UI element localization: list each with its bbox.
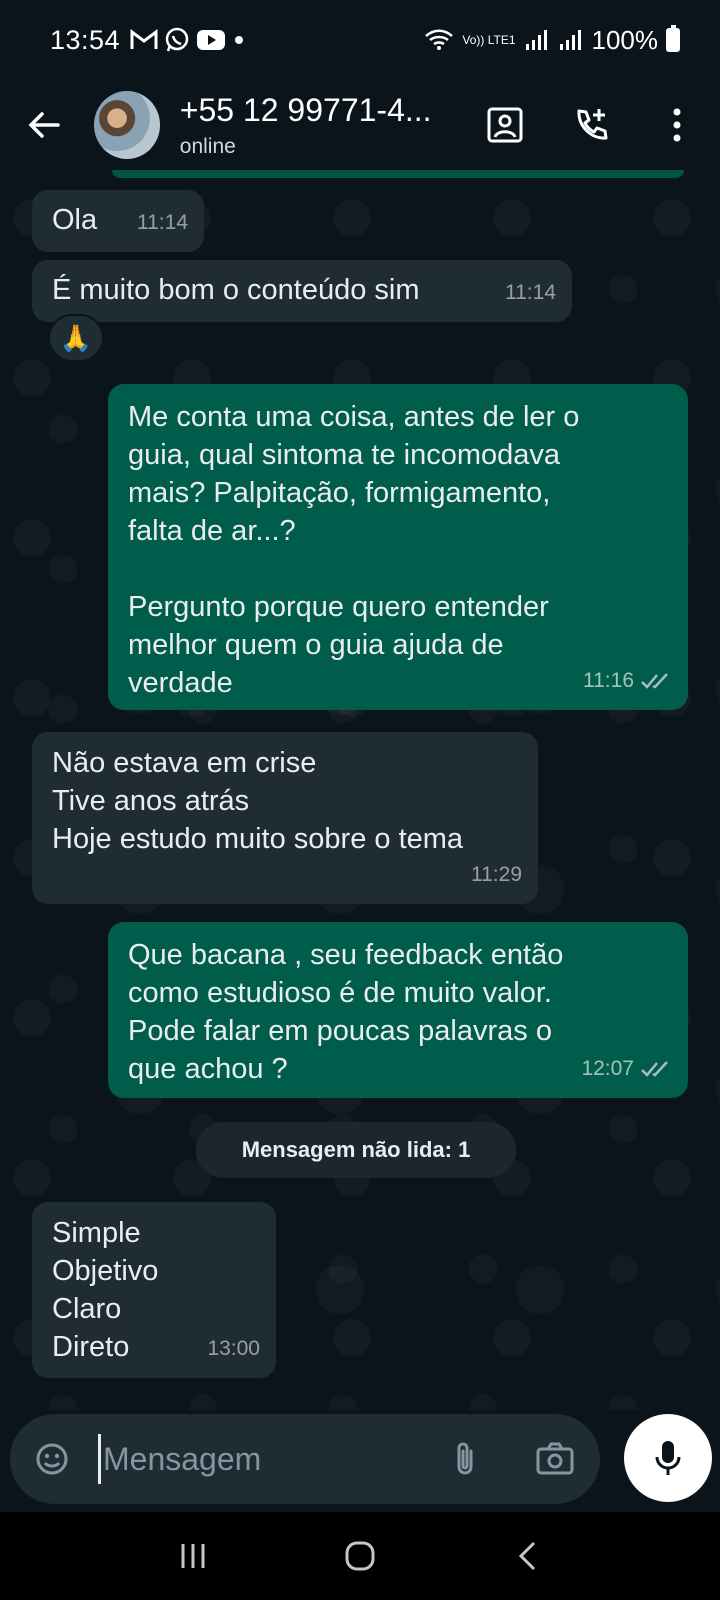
message-time: 13:00	[207, 1337, 260, 1360]
notification-icons	[130, 27, 246, 53]
more-options-button[interactable]	[634, 80, 720, 170]
paperclip-icon	[457, 1442, 473, 1475]
back-arrow-icon	[28, 112, 60, 138]
message-text: É muito bom o conteúdo sim	[52, 274, 420, 306]
more-vert-icon	[673, 108, 681, 142]
attach-button[interactable]	[420, 1414, 510, 1504]
emoji-button[interactable]	[10, 1414, 94, 1504]
message-bubble[interactable]: Que bacana , seu feedback então como est…	[108, 922, 688, 1098]
message-time: 12:07	[581, 1057, 634, 1080]
contact-name: +55 12 99771-4...	[179, 91, 432, 128]
chat-header: +55 12 99771-4... online	[0, 80, 720, 170]
composer-actions	[420, 1414, 600, 1504]
previous-message-edge	[112, 170, 684, 178]
voice-message-button[interactable]	[624, 1414, 712, 1502]
message-time: 11:14	[137, 211, 188, 234]
whatsapp-icon	[164, 27, 190, 53]
message-text: Me conta uma coisa, antes de ler o guia,…	[128, 401, 580, 699]
volte-label: Vo)) LTE1	[462, 32, 516, 47]
message-time: 11:29	[471, 863, 522, 886]
wifi-icon	[424, 28, 454, 52]
chevron-left-icon	[518, 1541, 535, 1571]
status-right: Vo)) LTE1 100%	[424, 25, 680, 56]
double-check-icon	[640, 672, 672, 690]
recent-apps-button[interactable]	[153, 1516, 233, 1596]
contact-card-icon	[487, 107, 523, 143]
signal-icon-1	[524, 28, 550, 52]
microphone-icon	[655, 1441, 681, 1475]
message-reaction[interactable]: 🙏	[48, 314, 104, 362]
message-bubble[interactable]: Ola 11:14	[32, 190, 204, 252]
chat-messages[interactable]: Ola 11:14 É muito bom o conteúdo sim 11:…	[0, 170, 720, 1410]
message-bubble[interactable]: Me conta uma coisa, antes de ler o guia,…	[108, 384, 688, 710]
contact-status: online	[179, 134, 236, 158]
home-icon	[345, 1541, 375, 1571]
message-composer: Mensagem	[10, 1414, 600, 1504]
dot-icon	[232, 33, 246, 47]
system-navigation-bar	[0, 1512, 720, 1600]
contact-info[interactable]: +55 12 99771-4... online	[180, 92, 462, 159]
avatar[interactable]	[93, 91, 160, 159]
recent-apps-icon	[181, 1544, 205, 1568]
double-check-icon	[640, 1060, 672, 1078]
message-input[interactable]: Mensagem	[103, 1441, 261, 1478]
battery-percent: 100%	[591, 24, 659, 55]
contact-card-button[interactable]	[462, 80, 548, 170]
battery-icon	[666, 25, 680, 52]
youtube-icon	[196, 29, 226, 51]
status-bar: 13:54 Vo)) LTE1 100%	[0, 0, 720, 80]
unread-messages-banner: Mensagem não lida: 1	[196, 1122, 516, 1178]
header-actions	[462, 80, 720, 170]
camera-button[interactable]	[510, 1414, 600, 1504]
text-caret	[98, 1434, 101, 1484]
message-time: 11:14	[505, 281, 556, 304]
sticker-icon	[36, 1443, 68, 1475]
home-button[interactable]	[320, 1516, 400, 1596]
message-bubble[interactable]: É muito bom o conteúdo sim 11:14	[32, 260, 572, 322]
system-back-button[interactable]	[487, 1516, 567, 1596]
back-button[interactable]	[0, 80, 88, 170]
signal-icon-2	[558, 28, 584, 52]
message-bubble[interactable]: Não estava em crise Tive anos atrás Hoje…	[32, 732, 538, 904]
message-bubble[interactable]: Simple Objetivo Claro Direto 13:00	[32, 1202, 276, 1378]
message-text: Não estava em crise Tive anos atrás Hoje…	[52, 747, 464, 855]
add-call-icon	[577, 109, 608, 140]
message-time: 11:16	[583, 669, 634, 692]
add-call-button[interactable]	[548, 80, 634, 170]
status-time: 13:54	[50, 24, 121, 55]
gmail-icon	[130, 29, 158, 51]
camera-icon	[536, 1442, 574, 1475]
